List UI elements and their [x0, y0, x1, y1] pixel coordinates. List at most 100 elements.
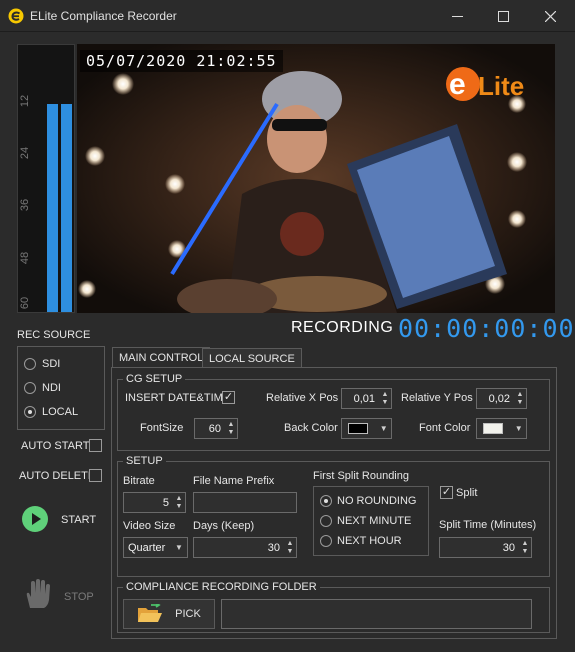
split-label: Split: [456, 487, 478, 499]
font-color-picker[interactable]: ▼: [476, 418, 527, 439]
meter-tick: 12: [19, 94, 31, 108]
file-prefix-input[interactable]: [193, 492, 297, 513]
rec-source-group: SDI NDI LOCAL: [17, 346, 105, 430]
window-title: ELite Compliance Recorder: [30, 9, 177, 23]
start-button[interactable]: START: [20, 504, 100, 534]
recording-status-label: RECORDING: [291, 319, 394, 336]
relative-x-input[interactable]: 0,01 ▲ ▼: [341, 388, 392, 409]
app-logo-icon: [8, 8, 24, 24]
radio-sdi-label: SDI: [42, 358, 61, 370]
video-preview: e Lite: [77, 44, 555, 313]
meter-tick: 60: [19, 296, 31, 310]
split-time-label: Split Time (Minutes): [439, 519, 537, 531]
radio-local[interactable]: [24, 406, 36, 418]
split-rounding-group: NO ROUNDING NEXT MINUTE NEXT HOUR: [313, 486, 429, 556]
radio-no-rounding-label: NO ROUNDING: [337, 495, 417, 507]
meter-tick: 48: [19, 251, 31, 265]
split-checkbox[interactable]: ✓: [440, 486, 453, 499]
meter-bar-right: [61, 104, 72, 312]
rounding-next-hour[interactable]: NEXT HOUR: [320, 534, 424, 550]
rec-source-label: REC SOURCE: [17, 329, 91, 341]
spinner-arrows-icon[interactable]: ▲ ▼: [379, 389, 391, 408]
auto-delete-label: AUTO DELETE: [19, 470, 96, 482]
font-size-input[interactable]: 60 ▲ ▼: [194, 418, 238, 439]
rec-source-ndi[interactable]: NDI: [24, 381, 94, 397]
chevron-down-icon: ▼: [175, 543, 183, 552]
radio-local-label: LOCAL: [42, 406, 79, 418]
auto-start-label: AUTO START: [21, 440, 90, 452]
days-keep-input[interactable]: 30 ▲ ▼: [193, 537, 297, 558]
font-size-label: FontSize: [140, 422, 184, 434]
days-keep-value: 30: [267, 541, 280, 554]
meter-tick: 24: [19, 146, 31, 160]
relative-y-label: Relative Y Pos: [401, 392, 473, 404]
days-keep-label: Days (Keep): [193, 520, 255, 532]
chevron-down-icon: ▼: [514, 424, 523, 433]
setup-title: SETUP: [123, 455, 166, 467]
meter-tick: 36: [19, 198, 31, 212]
relative-x-label: Relative X Pos: [266, 392, 339, 404]
relative-y-input[interactable]: 0,02 ▲ ▼: [476, 388, 527, 409]
auto-delete-checkbox[interactable]: [89, 469, 102, 482]
radio-next-minute-label: NEXT MINUTE: [337, 515, 412, 527]
bitrate-value: 5: [162, 496, 169, 509]
rounding-next-minute[interactable]: NEXT MINUTE: [320, 514, 424, 530]
maximize-button[interactable]: [480, 0, 526, 32]
relative-x-value: 0,01: [353, 392, 375, 405]
video-logo-text: Lite: [478, 71, 524, 101]
rec-source-sdi[interactable]: SDI: [24, 357, 94, 373]
radio-no-rounding[interactable]: [320, 495, 332, 507]
recording-timer: 00:00:00:00: [398, 314, 575, 343]
split-time-value: 30: [502, 541, 515, 554]
video-size-select[interactable]: Quarter ▼: [123, 537, 188, 558]
back-color-label: Back Color: [284, 422, 338, 434]
folder-open-icon: [138, 604, 163, 622]
logo-letter: e: [449, 68, 466, 101]
maximize-icon: [497, 10, 509, 22]
spinner-arrows-icon[interactable]: ▲ ▼: [284, 538, 296, 557]
back-color-picker[interactable]: ▼: [341, 418, 392, 439]
rec-source-local[interactable]: LOCAL: [24, 405, 94, 421]
cg-setup-title: CG SETUP: [123, 373, 186, 385]
auto-start-checkbox[interactable]: [89, 439, 102, 452]
recording-folder-title: COMPLIANCE RECORDING FOLDER: [123, 581, 320, 593]
bitrate-input[interactable]: 5 ▲ ▼: [123, 492, 186, 513]
split-rounding-label: First Split Rounding: [313, 470, 409, 482]
radio-ndi[interactable]: [24, 382, 36, 394]
rounding-none[interactable]: NO ROUNDING: [320, 494, 424, 510]
file-prefix-label: File Name Prefix: [193, 475, 275, 487]
radio-sdi[interactable]: [24, 358, 36, 370]
relative-y-value: 0,02: [488, 392, 510, 405]
tab-local-source[interactable]: LOCAL SOURCE: [202, 348, 302, 368]
pick-folder-button[interactable]: PICK: [123, 599, 215, 629]
folder-path-field[interactable]: [221, 599, 532, 629]
minimize-icon: [451, 15, 463, 17]
bitrate-label: Bitrate: [123, 475, 155, 487]
spinner-arrows-icon[interactable]: ▲ ▼: [173, 493, 185, 512]
stop-button[interactable]: STOP: [20, 578, 100, 612]
video-timestamp-overlay: 05/07/2020 21:02:55: [80, 50, 283, 72]
font-color-swatch: [483, 423, 504, 434]
close-button[interactable]: [527, 0, 573, 32]
spinner-arrows-icon[interactable]: ▲ ▼: [225, 419, 237, 438]
radio-next-minute[interactable]: [320, 515, 332, 527]
tab-main-control[interactable]: MAIN CONTROL: [112, 347, 211, 368]
video-size-value: Quarter: [128, 541, 166, 554]
radio-next-hour-label: NEXT HOUR: [337, 535, 402, 547]
spinner-arrows-icon[interactable]: ▲ ▼: [519, 538, 531, 557]
minimize-button[interactable]: [434, 0, 480, 32]
insert-datetime-label: INSERT DATE&TIME: [125, 392, 231, 404]
font-color-label: Font Color: [419, 422, 471, 434]
chevron-down-icon: ▼: [379, 424, 388, 433]
audio-level-meter: 12 24 36 48 60: [17, 44, 75, 313]
start-label: START: [61, 514, 97, 526]
spinner-arrows-icon[interactable]: ▲ ▼: [514, 389, 526, 408]
play-icon: [22, 506, 48, 532]
insert-datetime-checkbox[interactable]: ✓: [222, 391, 235, 404]
hand-stop-icon: [26, 579, 50, 608]
pick-label: PICK: [175, 608, 201, 620]
split-time-input[interactable]: 30 ▲ ▼: [439, 537, 532, 558]
radio-next-hour[interactable]: [320, 535, 332, 547]
font-size-value: 60: [208, 422, 221, 435]
close-icon: [544, 10, 556, 22]
